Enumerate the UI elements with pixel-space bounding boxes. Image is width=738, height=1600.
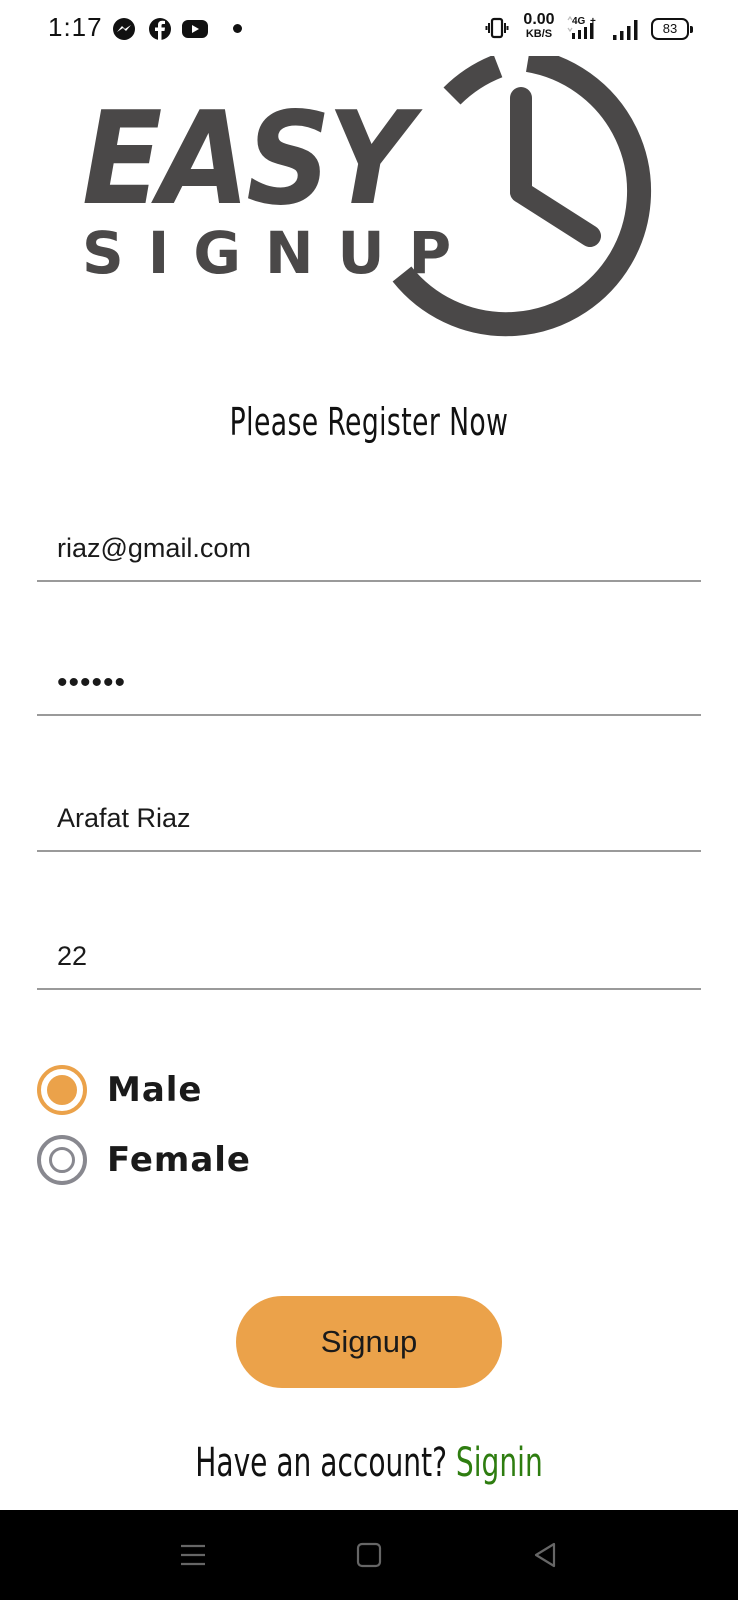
- email-field[interactable]: [37, 522, 701, 582]
- facebook-icon: [148, 17, 172, 41]
- radio-checked-icon[interactable]: [37, 1065, 87, 1115]
- name-field[interactable]: [37, 792, 701, 852]
- radio-unchecked-icon[interactable]: [37, 1135, 87, 1185]
- svg-text:4G: 4G: [572, 16, 586, 27]
- logo-easy-text: EASY: [82, 85, 413, 234]
- page-title: Please Register Now: [229, 400, 509, 444]
- youtube-icon: [181, 17, 209, 41]
- signal-bars-icon: [611, 18, 641, 47]
- radio-female-label: Female: [107, 1140, 251, 1180]
- messenger-icon: [112, 17, 136, 41]
- vibrate-icon: [485, 16, 509, 45]
- battery-icon: 83: [651, 18, 693, 40]
- signin-link[interactable]: Signin: [456, 1440, 543, 1486]
- name-input[interactable]: [57, 803, 677, 834]
- have-account-text: Have an account? Signin: [81, 1440, 657, 1486]
- radio-female[interactable]: Female: [37, 1135, 251, 1185]
- menu-icon[interactable]: [168, 1532, 218, 1578]
- radio-male[interactable]: Male: [37, 1065, 203, 1115]
- have-account-prompt: Have an account?: [195, 1440, 456, 1486]
- signup-button[interactable]: Signup: [236, 1296, 502, 1388]
- signal-4g-icon: 4G +: [566, 14, 610, 47]
- password-input[interactable]: [57, 666, 677, 700]
- age-input[interactable]: [57, 941, 677, 972]
- password-field[interactable]: [37, 656, 701, 716]
- status-bar: 1:17 0.00 KB/S 4G + 83: [0, 0, 738, 56]
- system-nav-bar: [0, 1510, 738, 1600]
- home-icon[interactable]: [344, 1532, 394, 1578]
- notification-dot-icon: [233, 24, 242, 33]
- easy-signup-logo: EASY SIGNUP: [78, 56, 668, 346]
- radio-male-label: Male: [107, 1070, 203, 1110]
- clock-icon: [392, 56, 652, 337]
- status-time: 1:17: [48, 12, 103, 42]
- logo-signup-text: SIGNUP: [82, 219, 476, 287]
- age-field[interactable]: [37, 930, 701, 990]
- email-input[interactable]: [57, 533, 677, 564]
- back-icon[interactable]: [520, 1532, 570, 1578]
- network-speed: 0.00 KB/S: [523, 11, 555, 40]
